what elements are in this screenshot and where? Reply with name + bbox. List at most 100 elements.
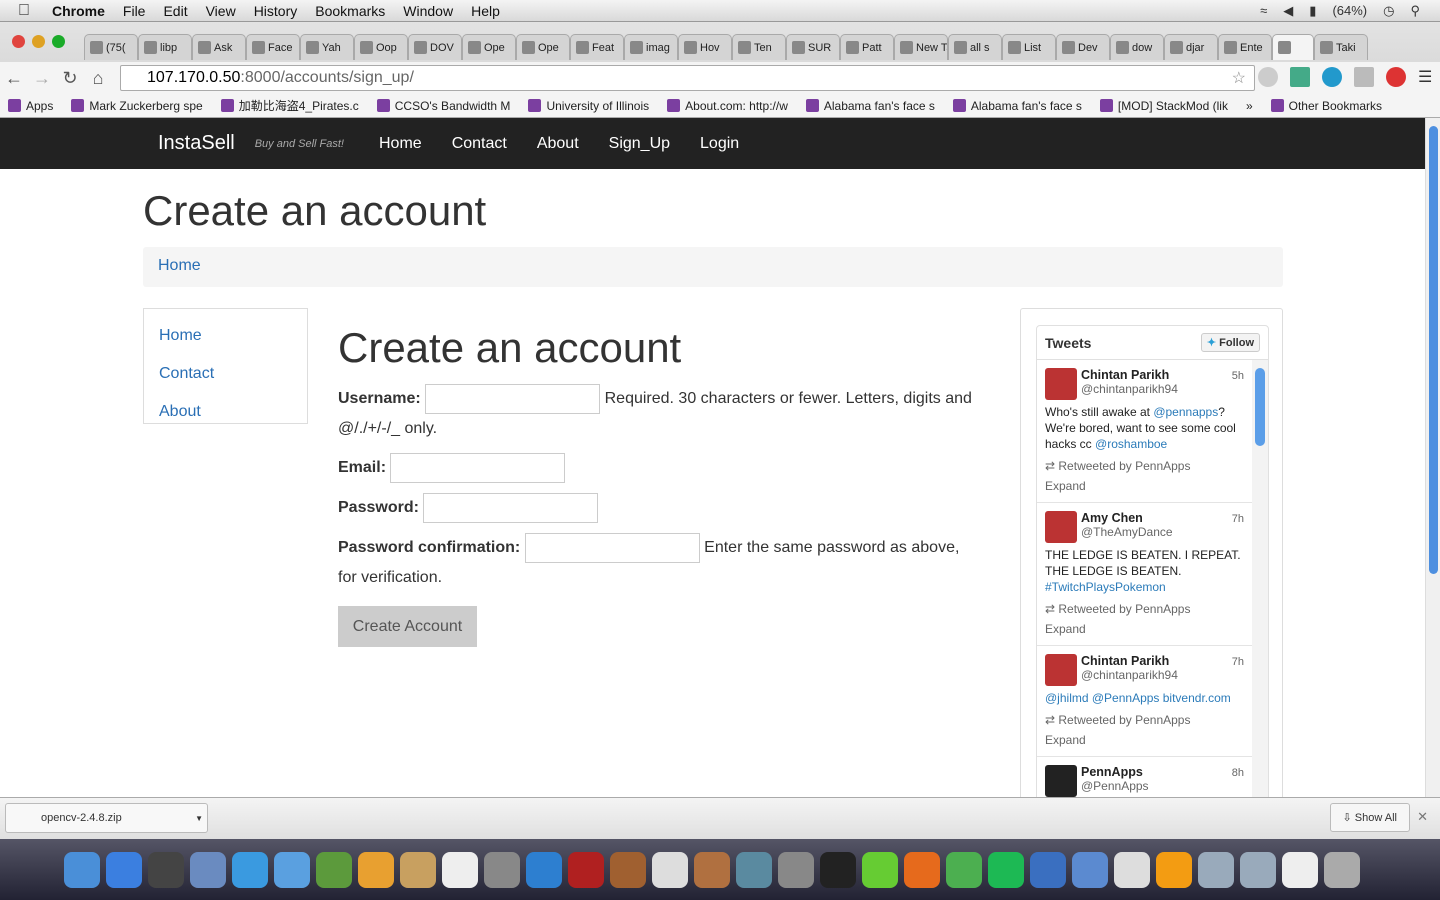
bookmark-item[interactable]: Apps [8, 99, 53, 113]
tweet-time[interactable]: 7h [1232, 513, 1244, 525]
browser-tab[interactable]: Ten [732, 34, 786, 60]
browser-tab[interactable] [1272, 34, 1314, 60]
browser-tab[interactable]: Face [246, 34, 300, 60]
tweet-link[interactable]: #TwitchPlaysPokemon [1045, 580, 1166, 594]
dock-app-icon[interactable] [1240, 851, 1276, 888]
author-name[interactable]: PennApps [1081, 765, 1149, 779]
spotlight-icon[interactable]: ⚲ [1410, 3, 1420, 19]
breadcrumb-home[interactable]: Home [158, 257, 201, 274]
sidebar-item-about[interactable]: About [159, 393, 292, 431]
dock-app-icon[interactable] [274, 851, 310, 888]
close-window-button[interactable] [12, 35, 25, 48]
bookmark-item[interactable]: » [1246, 99, 1253, 113]
bookmark-item[interactable]: 加勒比海盗4_Pirates.c [220, 97, 359, 114]
nav-contact[interactable]: Contact [452, 135, 507, 153]
menu-window[interactable]: Window [403, 3, 453, 19]
browser-tab[interactable]: Ope [516, 34, 570, 60]
menu-app[interactable]: Chrome [52, 3, 105, 19]
dock-app-icon[interactable] [1072, 851, 1108, 888]
dock-app-icon[interactable] [526, 851, 562, 888]
password-input[interactable] [423, 493, 599, 523]
extension-icon[interactable] [1290, 67, 1310, 87]
nav-about[interactable]: About [537, 135, 579, 153]
password-confirm-input[interactable] [524, 533, 700, 563]
browser-tab[interactable]: SUR [786, 34, 840, 60]
author-handle[interactable]: @chintanparikh94 [1081, 382, 1178, 396]
minimize-window-button[interactable] [32, 35, 45, 48]
dock-app-icon[interactable] [190, 851, 226, 888]
author-handle[interactable]: @chintanparikh94 [1081, 668, 1178, 682]
dock-app-icon[interactable] [820, 851, 856, 888]
dock-app-icon[interactable] [106, 851, 142, 888]
browser-tab[interactable]: Hov [678, 34, 732, 60]
dock-app-icon[interactable] [778, 851, 814, 888]
avatar[interactable] [1045, 765, 1077, 797]
dock-app-icon[interactable] [1324, 851, 1360, 888]
avatar[interactable] [1045, 368, 1077, 400]
dock-app-icon[interactable] [148, 851, 184, 888]
download-item[interactable]: opencv-2.4.8.zip ▼ [5, 803, 208, 833]
bookmark-item[interactable]: University of Illinois [528, 99, 649, 113]
browser-tab[interactable]: Patt [840, 34, 894, 60]
dock-app-icon[interactable] [1156, 851, 1192, 888]
menu-help[interactable]: Help [471, 3, 500, 19]
dock-app-icon[interactable] [610, 851, 646, 888]
cast-icon[interactable] [1354, 67, 1374, 87]
nav-home[interactable]: Home [379, 135, 422, 153]
tweet-link[interactable]: @roshamboe [1095, 437, 1167, 451]
browser-tab[interactable]: List [1002, 34, 1056, 60]
tweet-link[interactable]: @jhilmd @PennApps bitvendr.com [1045, 691, 1231, 705]
dock-app-icon[interactable] [232, 851, 268, 888]
username-input[interactable] [425, 384, 601, 414]
tweet-link[interactable]: @pennapps [1153, 405, 1218, 419]
close-download-bar-icon[interactable]: ✕ [1417, 809, 1428, 825]
bookmark-item[interactable]: Alabama fan's face s [952, 99, 1082, 113]
brand-logo[interactable]: InstaSell [158, 132, 235, 155]
dock-app-icon[interactable] [1282, 851, 1318, 888]
browser-tab[interactable]: imag [624, 34, 678, 60]
email-input[interactable] [390, 453, 566, 483]
dock-app-icon[interactable] [904, 851, 940, 888]
browser-tab[interactable]: libp [138, 34, 192, 60]
bookmark-item[interactable]: CCSO's Bandwidth M [376, 99, 510, 113]
dock-app-icon[interactable] [988, 851, 1024, 888]
clock-icon[interactable]: ◷ [1383, 3, 1394, 19]
dock-app-icon[interactable] [316, 851, 352, 888]
author-name[interactable]: Chintan Parikh [1081, 654, 1178, 668]
browser-tab[interactable]: (75( [84, 34, 138, 60]
browser-tab[interactable]: New Ta [894, 34, 948, 60]
nav-sign-up[interactable]: Sign_Up [609, 135, 670, 153]
extension-icon[interactable] [1258, 67, 1278, 87]
tweet-scrollbar[interactable] [1252, 360, 1268, 797]
dock-app-icon[interactable] [694, 851, 730, 888]
back-button[interactable]: ← [0, 68, 28, 89]
volume-icon[interactable]: ◀ [1283, 3, 1293, 19]
tweet-time[interactable]: 5h [1232, 370, 1244, 382]
sidebar-item-contact[interactable]: Contact [159, 355, 292, 393]
nav-login[interactable]: Login [700, 135, 739, 153]
battery-icon[interactable]: ▮ [1309, 3, 1316, 19]
expand-link[interactable]: Expand [1045, 476, 1244, 496]
browser-tab[interactable]: Ente [1218, 34, 1272, 60]
menu-bookmarks[interactable]: Bookmarks [315, 3, 385, 19]
menu-file[interactable]: File [123, 3, 146, 19]
dock-app-icon[interactable] [1030, 851, 1066, 888]
dock-app-icon[interactable] [652, 851, 688, 888]
create-account-button[interactable]: Create Account [338, 606, 477, 647]
browser-tab[interactable]: Dev [1056, 34, 1110, 60]
home-button[interactable]: ⌂ [84, 68, 112, 89]
browser-tab[interactable]: Yah [300, 34, 354, 60]
menu-view[interactable]: View [206, 3, 236, 19]
browser-tab[interactable]: Taki [1314, 34, 1368, 60]
browser-tab[interactable]: dow [1110, 34, 1164, 60]
dock-app-icon[interactable] [442, 851, 478, 888]
expand-link[interactable]: Expand [1045, 730, 1244, 750]
bookmark-item[interactable]: Other Bookmarks [1270, 99, 1382, 113]
dock-app-icon[interactable] [64, 851, 100, 888]
avatar[interactable] [1045, 654, 1077, 686]
sidebar-item-home[interactable]: Home [159, 317, 292, 355]
expand-link[interactable]: Expand [1045, 619, 1244, 639]
author-name[interactable]: Amy Chen [1081, 511, 1173, 525]
reload-button[interactable]: ↻ [56, 68, 84, 89]
adblock-icon[interactable] [1386, 67, 1406, 87]
